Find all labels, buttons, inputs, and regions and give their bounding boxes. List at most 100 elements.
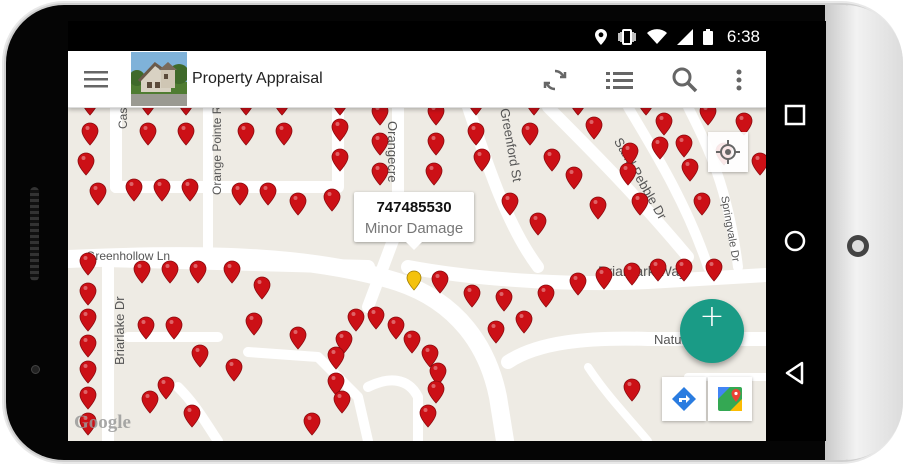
map-pin-icon[interactable] — [495, 288, 513, 312]
map-pin-icon[interactable] — [231, 182, 249, 206]
map-pin-icon[interactable] — [153, 178, 171, 202]
map-pin-icon[interactable] — [468, 107, 484, 116]
map-pin-icon[interactable] — [419, 404, 437, 428]
map-pin-icon[interactable] — [705, 258, 723, 282]
recent-apps-icon[interactable] — [781, 101, 809, 129]
map-pin-icon[interactable] — [529, 212, 547, 236]
map-pin-icon[interactable] — [387, 316, 405, 340]
map-pin-icon[interactable] — [371, 107, 389, 126]
map-pin-icon[interactable] — [681, 158, 699, 182]
map-pin-icon[interactable] — [623, 262, 641, 286]
map-pin-icon[interactable] — [189, 260, 207, 284]
map-pin-icon[interactable] — [427, 380, 445, 404]
map-pin-icon[interactable] — [125, 178, 143, 202]
home-icon[interactable] — [781, 227, 809, 255]
map-pin-icon[interactable] — [157, 376, 175, 400]
map-pin-icon[interactable] — [137, 316, 155, 340]
map-pin-icon[interactable] — [425, 162, 443, 186]
directions-button[interactable] — [662, 377, 706, 421]
map-pin-icon[interactable] — [79, 308, 97, 332]
map-pin-icon[interactable] — [565, 166, 583, 190]
map-pin-icon[interactable] — [619, 162, 637, 186]
map-pin-icon[interactable] — [225, 358, 243, 382]
map-pin-icon[interactable] — [463, 284, 481, 308]
map-pin-icon[interactable] — [585, 116, 603, 140]
property-callout[interactable]: 747485530 Minor Damage — [354, 192, 474, 250]
map-pin-icon[interactable] — [79, 282, 97, 306]
map-pin-icon[interactable] — [427, 132, 445, 156]
map-pin-icon[interactable] — [570, 107, 586, 116]
map-pin-icon[interactable] — [655, 112, 673, 136]
more-vert-icon[interactable] — [724, 65, 754, 95]
map-pin-icon[interactable] — [621, 142, 639, 166]
map-pin-icon[interactable] — [331, 148, 349, 172]
map-pin-icon[interactable] — [675, 134, 693, 158]
my-location-button[interactable] — [708, 132, 748, 172]
map-pin-icon[interactable] — [79, 360, 97, 384]
map-pin-icon[interactable] — [238, 107, 254, 116]
back-icon[interactable] — [781, 359, 809, 387]
open-maps-button[interactable] — [708, 377, 752, 421]
map-pin-icon[interactable] — [569, 272, 587, 296]
map-pin-icon[interactable] — [431, 270, 449, 294]
map-pin-icon[interactable] — [133, 260, 151, 284]
search-icon[interactable] — [670, 65, 700, 95]
map-pin-icon[interactable] — [623, 378, 641, 402]
map-pin-icon[interactable] — [327, 346, 345, 370]
map-pin-icon[interactable] — [487, 320, 505, 344]
map-pin-icon[interactable] — [191, 344, 209, 368]
map-pin-icon[interactable] — [177, 122, 195, 146]
map-pin-icon[interactable] — [371, 132, 389, 156]
map-pin-icon[interactable] — [289, 326, 307, 350]
map-pin-icon[interactable] — [543, 148, 561, 172]
map-pin-icon[interactable] — [178, 107, 194, 116]
map-pin-icon[interactable] — [332, 107, 348, 116]
map-pin-icon[interactable] — [140, 107, 156, 116]
map-pin-icon[interactable] — [274, 107, 290, 116]
map-pin-icon[interactable] — [82, 107, 98, 116]
map-pin-icon[interactable] — [638, 107, 654, 116]
map-pin-icon[interactable] — [79, 386, 97, 410]
map-pin-icon[interactable] — [403, 330, 421, 354]
map-pin-icon[interactable] — [675, 258, 693, 282]
map-pin-icon[interactable] — [467, 122, 485, 146]
selected-map-pin-icon[interactable] — [406, 270, 422, 291]
map-pin-icon[interactable] — [427, 107, 445, 126]
map-pin-icon[interactable] — [259, 182, 277, 206]
add-property-button[interactable]: + — [680, 299, 744, 363]
map-pin-icon[interactable] — [323, 188, 341, 212]
map-pin-icon[interactable] — [253, 276, 271, 300]
map-pin-icon[interactable] — [526, 107, 542, 116]
map-pin-icon[interactable] — [237, 122, 255, 146]
list-icon[interactable] — [604, 65, 634, 95]
map-pin-icon[interactable] — [537, 284, 555, 308]
map-pin-icon[interactable] — [139, 122, 157, 146]
map-pin-icon[interactable] — [521, 122, 539, 146]
map-pin-icon[interactable] — [631, 192, 649, 216]
map-pin-icon[interactable] — [141, 390, 159, 414]
map-pin-icon[interactable] — [589, 196, 607, 220]
map-pin-icon[interactable] — [79, 252, 97, 276]
sync-icon[interactable] — [540, 65, 570, 95]
map-pin-icon[interactable] — [651, 136, 669, 160]
map-pin-icon[interactable] — [751, 152, 766, 176]
map-pin-icon[interactable] — [183, 404, 201, 428]
map-pin-icon[interactable] — [81, 122, 99, 146]
map-pin-icon[interactable] — [501, 192, 519, 216]
map-pin-icon[interactable] — [303, 412, 321, 436]
map-pin-icon[interactable] — [649, 258, 667, 282]
map-pin-icon[interactable] — [347, 308, 365, 332]
map-view[interactable]: Casaba L Orange Pointe R Orangecre Green… — [68, 107, 766, 441]
map-pin-icon[interactable] — [223, 260, 241, 284]
map-pin-icon[interactable] — [165, 316, 183, 340]
map-pin-icon[interactable] — [515, 310, 533, 334]
map-pin-icon[interactable] — [371, 162, 389, 186]
map-pin-icon[interactable] — [79, 334, 97, 358]
map-pin-icon[interactable] — [245, 312, 263, 336]
map-pin-icon[interactable] — [699, 107, 717, 126]
map-pin-icon[interactable] — [595, 266, 613, 290]
map-pin-icon[interactable] — [693, 192, 711, 216]
map-pin-icon[interactable] — [275, 122, 293, 146]
map-pin-icon[interactable] — [77, 152, 95, 176]
map-pin-icon[interactable] — [473, 148, 491, 172]
